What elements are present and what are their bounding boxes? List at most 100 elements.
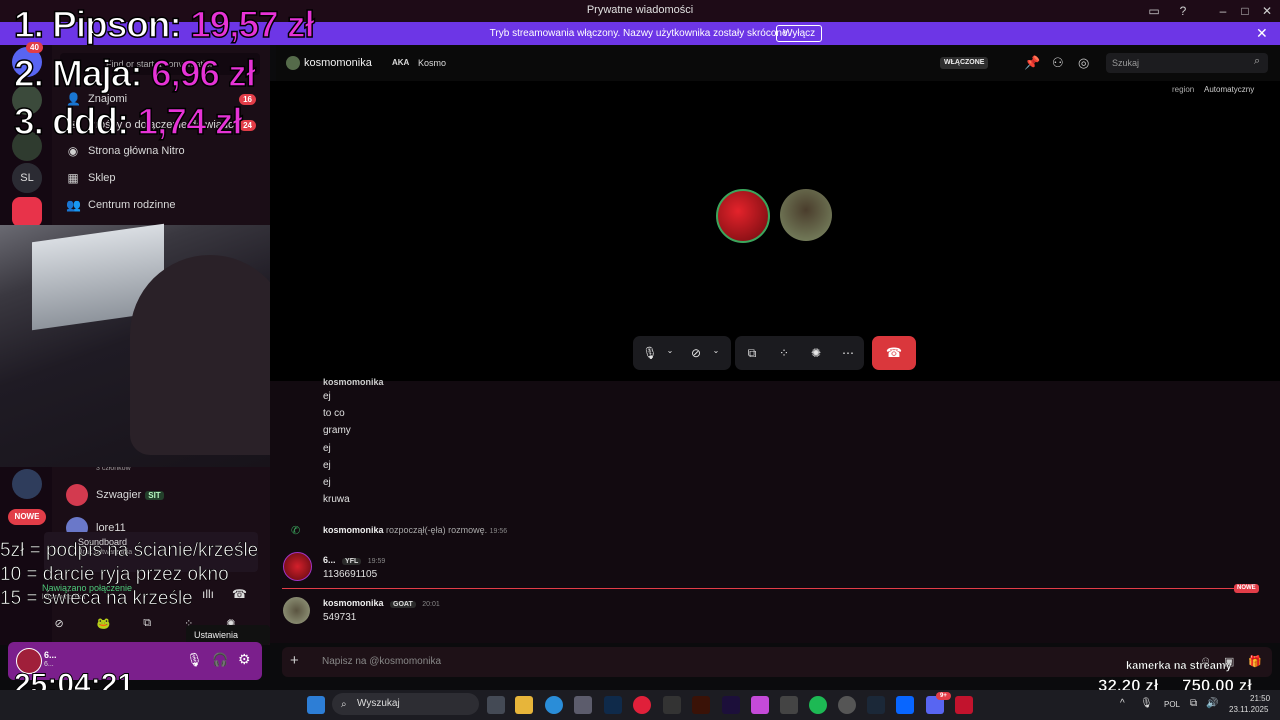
maximize-button[interactable]: □ bbox=[1234, 2, 1256, 20]
photoshop-icon[interactable] bbox=[604, 696, 622, 714]
participant-avatar[interactable] bbox=[716, 189, 770, 243]
more-icon[interactable]: ⋯ bbox=[839, 346, 857, 360]
steam-icon[interactable] bbox=[867, 696, 885, 714]
microphone-icon[interactable]: 🎙 bbox=[186, 652, 203, 668]
taskbar-search[interactable]: Wyszukaj bbox=[332, 693, 479, 715]
sidebar-item-shop[interactable]: ▦ Sklep bbox=[66, 168, 116, 188]
language-indicator[interactable]: POL bbox=[1164, 700, 1180, 709]
server-icon[interactable] bbox=[12, 469, 42, 499]
pin-icon[interactable]: 📌 bbox=[1024, 55, 1040, 71]
task-view-icon[interactable] bbox=[487, 696, 505, 714]
user-name: 6... bbox=[44, 650, 57, 660]
audio-video-controls: 🎙 ⌄ ⊘ ⌄ bbox=[633, 336, 731, 370]
system-text: rozpoczął(-ęła) rozmowę. bbox=[386, 525, 488, 535]
message-line: ej bbox=[323, 391, 331, 402]
disconnect-icon[interactable]: ☎ bbox=[232, 587, 247, 601]
sidebar-item-family-center[interactable]: 👥 Centrum rodzinne bbox=[66, 195, 175, 215]
server-sl[interactable]: SL bbox=[12, 163, 42, 193]
microphone-icon[interactable]: 🎙 bbox=[1140, 698, 1153, 709]
message-author[interactable]: 6... bbox=[323, 555, 336, 565]
gear-icon[interactable]: ⚙ bbox=[238, 651, 251, 668]
meta-icon[interactable] bbox=[896, 696, 914, 714]
gift-icon[interactable]: 🎁 bbox=[1248, 655, 1262, 668]
sidebar-item-nitro[interactable]: ◉ Strona główna Nitro bbox=[66, 141, 185, 161]
close-banner-icon[interactable]: ✕ bbox=[1256, 25, 1268, 42]
message-line: kruwa bbox=[323, 494, 350, 505]
headphones-icon[interactable]: 🎧 bbox=[212, 652, 228, 668]
rank-name: 3. ddd: bbox=[13, 100, 130, 143]
opera-icon[interactable] bbox=[633, 696, 651, 714]
author-tag: YFL bbox=[342, 558, 362, 565]
camera-off-icon[interactable]: ⊘ bbox=[687, 346, 705, 360]
illustrator-icon[interactable] bbox=[692, 696, 710, 714]
close-button[interactable]: ✕ bbox=[1256, 2, 1278, 20]
volume-icon[interactable]: 🔊 bbox=[1206, 698, 1218, 709]
message-line: ej bbox=[323, 443, 331, 454]
region-select[interactable]: Automatyczny bbox=[1204, 85, 1254, 94]
edge-icon[interactable] bbox=[545, 696, 563, 714]
search-input[interactable]: Szukaj bbox=[1106, 53, 1268, 73]
file-explorer-icon[interactable] bbox=[515, 696, 533, 714]
message-input[interactable]: Napisz na @kosmomonika bbox=[322, 656, 441, 667]
activity-icon[interactable]: 🐸 bbox=[97, 617, 111, 630]
voice-wave-icon[interactable]: ıllı bbox=[202, 587, 214, 601]
activities-icon[interactable]: ⁘ bbox=[775, 346, 793, 360]
donation-rule: 5zł = podpis na ścianie/krześle bbox=[0, 540, 259, 562]
app-icon[interactable] bbox=[751, 696, 769, 714]
message-line: to co bbox=[323, 408, 345, 419]
sidebar-item-label: Sklep bbox=[88, 172, 116, 184]
inbox-icon[interactable]: ▭ bbox=[1143, 2, 1165, 20]
hang-up-button[interactable]: ☎ bbox=[872, 336, 916, 370]
app-icon[interactable] bbox=[780, 696, 798, 714]
server-icon[interactable] bbox=[12, 197, 42, 227]
taskbar: Wyszukaj ⌕ 9+ ^ 🎙 POL ⧉ 🔊 21:50 23.11.20… bbox=[0, 690, 1280, 720]
soundboard-icon[interactable]: ✺ bbox=[807, 346, 825, 360]
network-icon[interactable]: ⧉ bbox=[1190, 698, 1197, 709]
minimize-button[interactable]: – bbox=[1212, 2, 1234, 20]
person-silhouette bbox=[130, 255, 290, 455]
help-icon[interactable]: ? bbox=[1172, 2, 1194, 20]
message-author: kosmomonika bbox=[323, 377, 384, 387]
author-avatar[interactable] bbox=[283, 597, 310, 624]
app-icon[interactable] bbox=[838, 696, 856, 714]
rank-amount: 1,74 zł bbox=[137, 100, 244, 143]
rank-amount: 6,96 zł bbox=[150, 52, 257, 95]
sidebar-item-label: Strona główna Nitro bbox=[88, 145, 185, 157]
chevron-down-icon[interactable]: ⌄ bbox=[707, 346, 725, 355]
avatar bbox=[66, 484, 88, 506]
spotify-icon[interactable] bbox=[809, 696, 827, 714]
message-header: 6... YFL 19:59 bbox=[323, 555, 385, 565]
author-avatar[interactable] bbox=[283, 552, 312, 581]
search-icon: ⌕ bbox=[1254, 55, 1261, 67]
screen-share-icon[interactable]: ⧉ bbox=[743, 346, 761, 361]
message-line: 1136691105 bbox=[323, 569, 378, 580]
windows-start-icon[interactable] bbox=[307, 696, 325, 714]
add-attachment-icon[interactable]: + bbox=[290, 652, 299, 669]
add-friends-icon[interactable]: ⚇ bbox=[1052, 55, 1064, 71]
message-author[interactable]: kosmomonika bbox=[323, 598, 384, 608]
clock-date[interactable]: 23.11.2025 bbox=[1229, 705, 1268, 714]
app-icon[interactable] bbox=[955, 696, 973, 714]
new-badge[interactable]: NOWE bbox=[8, 509, 46, 525]
app-icon[interactable] bbox=[663, 696, 681, 714]
friend-name: Szwagier bbox=[96, 489, 142, 501]
aka-label: AKA bbox=[392, 58, 410, 67]
profile-icon[interactable]: ◎ bbox=[1078, 55, 1089, 71]
disable-streamer-mode-button[interactable]: Wyłącz bbox=[776, 25, 823, 42]
recipient-name: kosmomonika bbox=[304, 57, 372, 69]
call-icon: ✆ bbox=[291, 525, 301, 537]
dm-item-szwagier[interactable]: Szwagier SIT bbox=[66, 484, 164, 506]
donation-rule: 15 = świeca na krześle bbox=[0, 588, 193, 610]
system-author: kosmomonika bbox=[323, 525, 384, 535]
premiere-icon[interactable] bbox=[722, 696, 740, 714]
video-off-icon[interactable]: ⊘ bbox=[54, 617, 63, 630]
screen-share-icon[interactable]: ⧉ bbox=[143, 617, 151, 630]
rank-name: 2. Maja: bbox=[13, 52, 143, 95]
microphone-icon[interactable]: 🎙 bbox=[641, 346, 659, 360]
chevron-down-icon[interactable]: ⌄ bbox=[661, 346, 679, 355]
participant-avatar[interactable] bbox=[780, 189, 832, 241]
store-icon[interactable] bbox=[574, 696, 592, 714]
aka-name: Kosmo bbox=[418, 58, 447, 68]
chevron-up-icon[interactable]: ^ bbox=[1120, 698, 1125, 709]
clock-time[interactable]: 21:50 bbox=[1250, 694, 1270, 703]
